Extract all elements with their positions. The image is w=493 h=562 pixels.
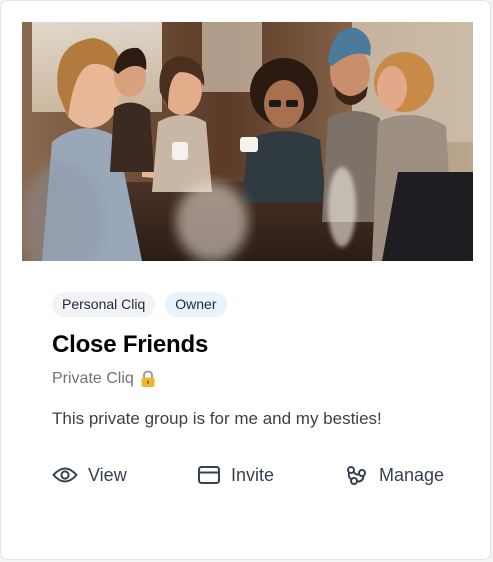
tag-owner: Owner: [165, 292, 227, 317]
lock-icon: [140, 370, 156, 388]
invite-button-label: Invite: [231, 464, 275, 485]
cliq-privacy-label: Private Cliq: [52, 370, 134, 387]
card-icon: [197, 465, 221, 485]
view-button-label: View: [88, 464, 127, 485]
manage-button[interactable]: Manage: [345, 461, 444, 489]
tag-list: Personal Cliq Owner: [52, 292, 227, 317]
manage-icon: [345, 464, 369, 486]
manage-button-label: Manage: [379, 464, 445, 485]
cliq-cover-image: [22, 22, 473, 261]
cliq-description: This private group is for me and my best…: [52, 409, 382, 428]
view-button[interactable]: View: [52, 461, 127, 489]
eye-icon: [52, 465, 78, 485]
tag-personal-cliq: Personal Cliq: [52, 292, 156, 317]
cliq-title: Close Friends: [52, 331, 209, 358]
cliq-card: Personal Cliq Owner Close Friends Privat…: [0, 0, 491, 560]
invite-button[interactable]: Invite: [197, 461, 274, 489]
cliq-privacy: Private Cliq: [52, 370, 156, 388]
